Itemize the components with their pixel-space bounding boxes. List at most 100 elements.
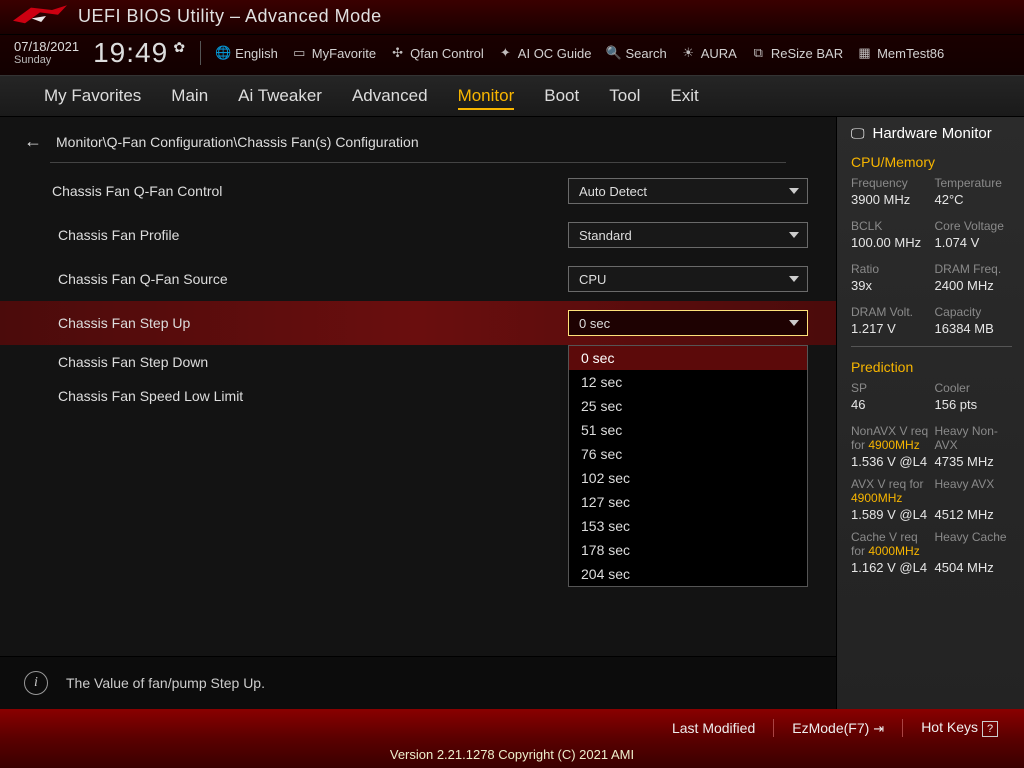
dropdown-option[interactable]: 102 sec: [569, 466, 807, 490]
dropdown-option[interactable]: 12 sec: [569, 370, 807, 394]
toolbar-resizebar[interactable]: ⧉ ReSize BAR: [751, 45, 843, 61]
select-profile[interactable]: Standard: [568, 222, 808, 248]
hotkeys-button[interactable]: Hot Keys?: [911, 717, 1008, 739]
toolbar-label: AURA: [701, 46, 737, 61]
row-qfan-source[interactable]: Chassis Fan Q-Fan Source CPU: [0, 257, 836, 301]
tab-monitor[interactable]: Monitor: [458, 84, 515, 110]
toolbar-aura[interactable]: ☀ AURA: [681, 45, 737, 61]
select-value: CPU: [579, 272, 606, 287]
chevron-down-icon: [789, 320, 799, 326]
setting-label: Chassis Fan Step Up: [52, 315, 568, 331]
hw-value-corev: 1.074 V: [935, 235, 1013, 250]
dropdown-step-up[interactable]: 0 sec12 sec25 sec51 sec76 sec102 sec127 …: [568, 345, 808, 587]
toolbar-label: AI OC Guide: [518, 46, 592, 61]
hw-label: DRAM Volt.: [851, 305, 929, 319]
aura-icon: ☀: [681, 45, 696, 61]
toolbar-label: English: [235, 46, 278, 61]
row-qfan-control[interactable]: Chassis Fan Q-Fan Control Auto Detect: [0, 169, 836, 213]
hw-label: Core Voltage: [935, 219, 1013, 233]
toolbar-myfavorite[interactable]: ▭ MyFavorite: [292, 45, 376, 61]
dropdown-option[interactable]: 76 sec: [569, 442, 807, 466]
divider: [50, 162, 786, 163]
setting-label: Chassis Fan Q-Fan Control: [52, 183, 568, 199]
chevron-down-icon: [789, 276, 799, 282]
hw-value-heavy-avx: 4512 MHz: [935, 507, 1013, 522]
exit-icon: ⇥: [873, 721, 884, 736]
hw-label: Temperature: [935, 176, 1013, 190]
question-icon: ?: [982, 721, 998, 737]
rog-logo: [10, 4, 70, 28]
hw-value-cachev: 1.162 V @L4: [851, 560, 929, 575]
hw-value-frequency: 3900 MHz: [851, 192, 929, 207]
toolbar-search[interactable]: 🔍 Search: [606, 45, 667, 61]
toolbar-language[interactable]: 🌐 English: [215, 45, 278, 61]
wand-icon: ✦: [498, 45, 513, 61]
dropdown-option[interactable]: 51 sec: [569, 418, 807, 442]
hw-label: AVX V req for 4900MHz: [851, 477, 929, 505]
hw-value-heavy-nonavx: 4735 MHz: [935, 454, 1013, 469]
hw-value-temp: 42°C: [935, 192, 1013, 207]
toolbar-label: Search: [626, 46, 667, 61]
hw-label: Ratio: [851, 262, 929, 276]
hw-section-pred: Prediction: [851, 359, 1012, 375]
separator: [200, 41, 201, 65]
fan-icon: ✣: [390, 45, 405, 61]
row-profile[interactable]: Chassis Fan Profile Standard: [0, 213, 836, 257]
help-text: The Value of fan/pump Step Up.: [66, 675, 265, 691]
select-qfan-source[interactable]: CPU: [568, 266, 808, 292]
hw-label: DRAM Freq.: [935, 262, 1013, 276]
tab-myfavorites[interactable]: My Favorites: [44, 84, 141, 110]
tab-exit[interactable]: Exit: [670, 84, 698, 110]
tab-aitweaker[interactable]: Ai Tweaker: [238, 84, 322, 110]
hw-label: Cache V req for 4000MHz: [851, 530, 929, 558]
gear-icon[interactable]: ✿: [173, 39, 186, 56]
hw-value-sp: 46: [851, 397, 929, 412]
hw-label: Cooler: [935, 381, 1013, 395]
footer: Last Modified EzMode(F7)⇥ Hot Keys? Vers…: [0, 709, 1024, 768]
hardware-monitor-panel: 🖵 Hardware Monitor CPU/Memory Frequency …: [836, 117, 1024, 709]
title-bar: UEFI BIOS Utility – Advanced Mode: [0, 0, 1024, 35]
dropdown-option[interactable]: 25 sec: [569, 394, 807, 418]
setting-label: Chassis Fan Q-Fan Source: [52, 271, 568, 287]
tab-advanced[interactable]: Advanced: [352, 84, 428, 110]
hw-value-cooler: 156 pts: [935, 397, 1013, 412]
hw-title: Hardware Monitor: [873, 125, 992, 142]
main-panel: ← Monitor\Q-Fan Configuration\Chassis Fa…: [0, 117, 836, 709]
last-modified-button[interactable]: Last Modified: [662, 718, 765, 738]
separator: [773, 719, 774, 737]
divider: [851, 346, 1012, 347]
back-arrow-icon[interactable]: ←: [24, 131, 42, 152]
dropdown-option[interactable]: 0 sec: [569, 346, 807, 370]
select-qfan-control[interactable]: Auto Detect: [568, 178, 808, 204]
setting-label: Chassis Fan Profile: [52, 227, 568, 243]
hw-value-heavy-cache: 4504 MHz: [935, 560, 1013, 575]
hw-value-nonavxv: 1.536 V @L4: [851, 454, 929, 469]
hw-value-dramf: 2400 MHz: [935, 278, 1013, 293]
chevron-down-icon: [789, 232, 799, 238]
help-bar: i The Value of fan/pump Step Up.: [0, 656, 836, 709]
tab-main[interactable]: Main: [171, 84, 208, 110]
hw-value-bclk: 100.00 MHz: [851, 235, 929, 250]
select-value: Auto Detect: [579, 184, 647, 199]
toolbar-memtest86[interactable]: ▦ MemTest86: [857, 45, 944, 61]
hw-label: BCLK: [851, 219, 929, 233]
hw-value-ratio: 39x: [851, 278, 929, 293]
info-icon: i: [24, 671, 48, 695]
dropdown-option[interactable]: 153 sec: [569, 514, 807, 538]
dropdown-option[interactable]: 178 sec: [569, 538, 807, 562]
copyright-text: Version 2.21.1278 Copyright (C) 2021 AMI: [0, 747, 1024, 768]
tab-boot[interactable]: Boot: [544, 84, 579, 110]
dropdown-option[interactable]: 204 sec: [569, 562, 807, 586]
search-icon: 🔍: [606, 45, 621, 61]
dropdown-option[interactable]: 127 sec: [569, 490, 807, 514]
row-step-up[interactable]: Chassis Fan Step Up 0 sec: [0, 301, 836, 345]
toolbar-qfan[interactable]: ✣ Qfan Control: [390, 45, 484, 61]
clock[interactable]: 19:49 ✿: [93, 37, 186, 69]
tab-tool[interactable]: Tool: [609, 84, 640, 110]
ezmode-button[interactable]: EzMode(F7)⇥: [782, 718, 894, 739]
toolbar-label: MyFavorite: [312, 46, 376, 61]
toolbar-aiocguide[interactable]: ✦ AI OC Guide: [498, 45, 592, 61]
hw-label: Heavy Cache: [935, 530, 1013, 558]
hw-label: Heavy AVX: [935, 477, 1013, 505]
select-step-up[interactable]: 0 sec: [568, 310, 808, 336]
